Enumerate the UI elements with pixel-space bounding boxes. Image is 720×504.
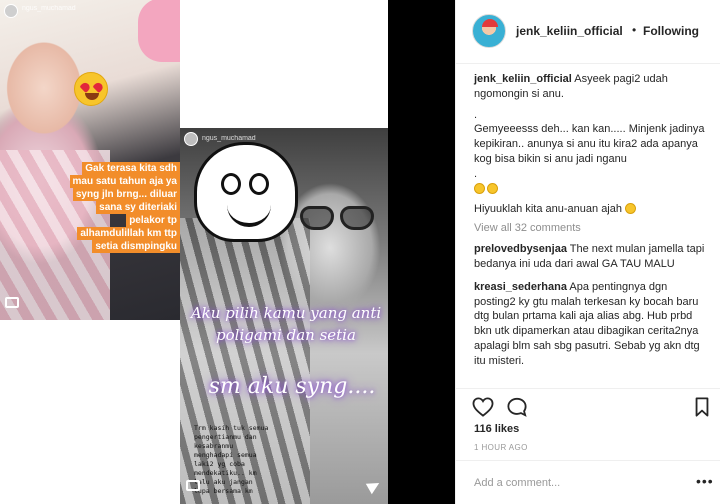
story-caption: Gak terasa kita sdh mau satu tahun aja y… [64, 162, 180, 253]
grin-emoji-icon [487, 182, 498, 194]
story-caption-text: Gak terasa kita sdh mau satu tahun aja y… [69, 162, 180, 253]
comment-item: prelovedbysenjaa The next mulan jamella … [474, 243, 705, 270]
story-avatar [184, 132, 198, 146]
story-script-text-2: sm aku syng.... [208, 374, 376, 399]
comment-username[interactable]: prelovedbysenjaa [474, 243, 567, 255]
story-screenshot-right: ngus_muchamad Aku pilih kamu yang anti p… [180, 128, 388, 504]
caption-line-2: . [474, 108, 478, 121]
send-icon [365, 477, 383, 495]
caption-username[interactable]: jenk_keliin_official [474, 73, 572, 85]
comment-input[interactable]: Add a comment... [474, 477, 560, 489]
post-side-panel: jenk_keliin_official • Following jenk_ke… [455, 0, 720, 504]
story-typed-note: Trm kasih tuk semua pengertianmu dan kes… [194, 424, 269, 495]
story-script-text-1: Aku pilih kamu yang anti poligami dan se… [190, 304, 382, 344]
more-options-icon[interactable]: ••• [696, 473, 714, 489]
heart-eyes-emoji-icon [74, 72, 108, 106]
story-username: ngus_muchamad [202, 135, 256, 142]
following-button[interactable]: Following [643, 24, 699, 38]
likes-count[interactable]: 116 likes [474, 423, 519, 435]
avatar[interactable] [472, 14, 506, 48]
heart-icon[interactable] [472, 397, 494, 417]
caption-emoji-line [474, 182, 710, 197]
grin-emoji-icon [625, 203, 637, 215]
camera-icon [5, 297, 19, 308]
media-letterbox [388, 0, 455, 504]
story-username: ngus_muchamad [22, 5, 76, 12]
heart-sticker [138, 0, 180, 62]
header-separator: • [632, 23, 637, 37]
caption-line-4: . [474, 167, 478, 180]
post-header: jenk_keliin_official • Following [456, 0, 720, 64]
cartoon-face-sticker [194, 142, 298, 242]
post-media[interactable]: ngus_muchamad Gak terasa kita sdh mau sa… [0, 0, 388, 504]
grin-emoji-icon [474, 182, 485, 194]
caption-line-1: jenk_keliin_official Asyeek pagi2 udah n… [474, 73, 668, 100]
header-username[interactable]: jenk_keliin_official [516, 24, 623, 38]
comment-username[interactable]: kreasi_sederhana [474, 281, 567, 293]
add-comment-bar: Add a comment... ••• [456, 460, 720, 504]
story-screenshot-left: ngus_muchamad Gak terasa kita sdh mau sa… [0, 0, 180, 320]
comment-item: kreasi_sederhana Apa pentingnya dgn post… [474, 280, 700, 367]
action-bar [456, 388, 720, 422]
comments-list[interactable]: jenk_keliin_official Asyeek pagi2 udah n… [456, 72, 718, 388]
camera-icon [186, 480, 200, 491]
bookmark-icon[interactable] [694, 397, 710, 417]
post-timestamp: 1 HOUR AGO [474, 443, 528, 452]
comment-icon[interactable] [506, 397, 528, 417]
caption-line-5: Hiyuuklah kita anu-anuan ajah [474, 202, 710, 217]
story-avatar [4, 4, 18, 18]
sunglasses [300, 206, 376, 232]
view-all-comments-link[interactable]: View all 32 comments [474, 222, 710, 234]
caption-line-3: Gemyeeesss deh... kan kan..... Minjenk j… [474, 123, 705, 165]
